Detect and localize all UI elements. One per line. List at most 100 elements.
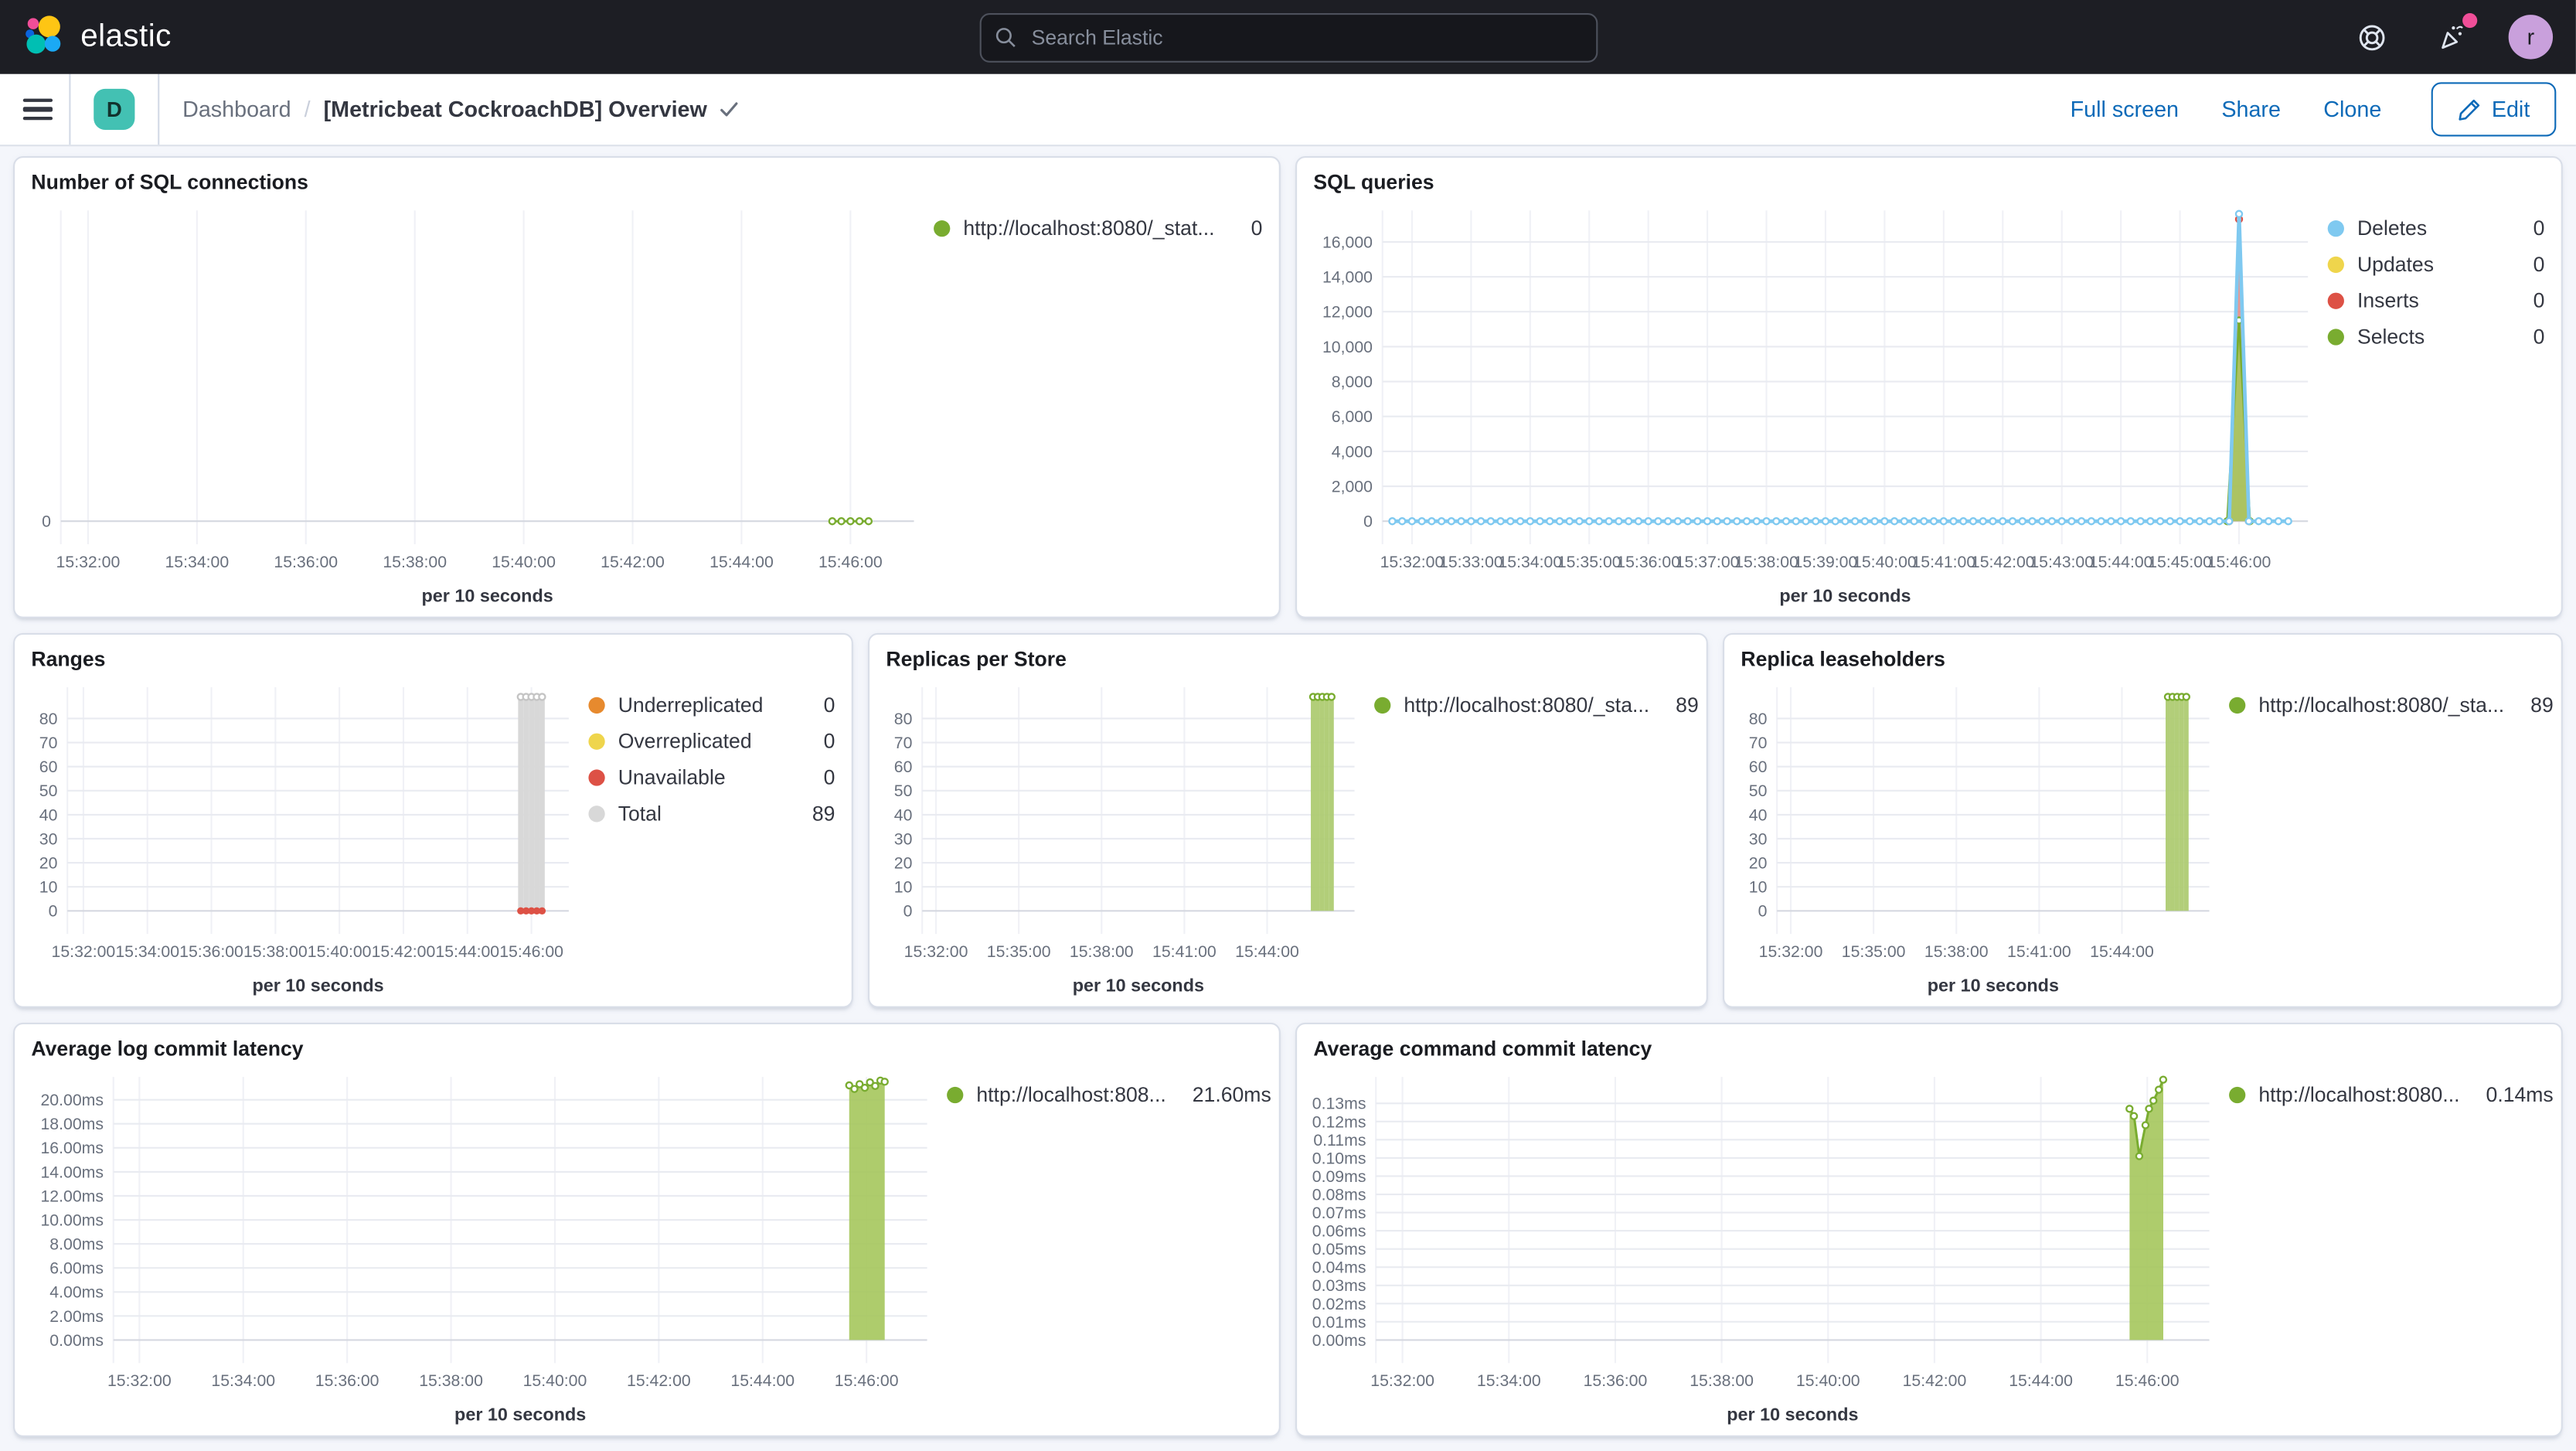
svg-text:15:46:00: 15:46:00 bbox=[835, 1371, 899, 1390]
svg-text:15:32:00: 15:32:00 bbox=[107, 1371, 172, 1390]
panel-title[interactable]: Ranges bbox=[15, 635, 852, 674]
share-button[interactable]: Share bbox=[2221, 97, 2281, 121]
svg-text:12,000: 12,000 bbox=[1322, 303, 1373, 322]
legend-value: 89 bbox=[1676, 693, 1699, 717]
legend-value: 21.60ms bbox=[1192, 1083, 1271, 1107]
avatar-initial: r bbox=[2527, 24, 2535, 49]
breadcrumb-dashboard[interactable]: Dashboard bbox=[182, 97, 291, 121]
whats-new-button[interactable] bbox=[2430, 12, 2478, 58]
svg-text:15:40:00: 15:40:00 bbox=[492, 553, 556, 571]
svg-text:4.00ms: 4.00ms bbox=[49, 1283, 104, 1302]
replica-leaseholders-chart[interactable]: 0 10 20 30 40 50 60 70 80 15:32:00 15:35:00 15:38:0… bbox=[1727, 674, 2229, 1007]
legend-value: 0 bbox=[2533, 253, 2545, 277]
panel-number-of-sql-connections: Number of SQL connections 0 15:32:00 15:34… bbox=[13, 156, 1281, 618]
svg-text:12.00ms: 12.00ms bbox=[40, 1187, 104, 1205]
help-button[interactable] bbox=[2350, 15, 2393, 58]
svg-text:15:35:00: 15:35:00 bbox=[1842, 942, 1906, 961]
legend-color-dot bbox=[588, 697, 605, 714]
svg-text:15:32:00: 15:32:00 bbox=[904, 942, 968, 961]
edit-button-label: Edit bbox=[2491, 97, 2530, 122]
legend-item[interactable]: Updates 0 bbox=[2327, 253, 2545, 277]
svg-text:70: 70 bbox=[39, 734, 58, 752]
legend-color-dot bbox=[588, 806, 605, 823]
svg-text:80: 80 bbox=[1749, 710, 1768, 728]
svg-text:15:38:00: 15:38:00 bbox=[243, 942, 308, 961]
log-commit-latency-chart[interactable]: 0.00ms 2.00ms 4.00ms 6.00ms 8.00ms 10.00ms 12.… bbox=[18, 1064, 947, 1436]
legend-item[interactable]: http://localhost:8080/_sta... 89 bbox=[1374, 694, 1699, 717]
legend-item[interactable]: Total 89 bbox=[588, 802, 835, 826]
svg-text:per 10 seconds: per 10 seconds bbox=[252, 976, 383, 996]
panel-average-log-commit-latency: Average log commit latency 0.00ms 2.00ms 4… bbox=[13, 1022, 1281, 1437]
replicas-per-store-chart[interactable]: 0 10 20 30 40 50 60 70 80 15:32:00 15:35:00 15:38:0… bbox=[873, 674, 1374, 1007]
legend-item[interactable]: Selects 0 bbox=[2327, 325, 2544, 349]
global-search[interactable] bbox=[978, 13, 1598, 63]
svg-text:15:42:00: 15:42:00 bbox=[1903, 1371, 1967, 1390]
command-commit-latency-chart[interactable]: 0.00ms0.01ms0.02ms0.03ms0.04ms0.05ms0.06… bbox=[1300, 1064, 2229, 1436]
panel-title[interactable]: SQL queries bbox=[1297, 158, 2561, 197]
panel-title[interactable]: Number of SQL connections bbox=[15, 158, 1279, 197]
svg-text:15:44:00: 15:44:00 bbox=[435, 942, 499, 961]
sql-queries-chart[interactable]: 0 2,000 4,000 6,000 8,000 10,000 12,000 14,000 1… bbox=[1300, 197, 2327, 616]
legend-item[interactable]: http://localhost:8080/_stat... 0 bbox=[934, 217, 1262, 240]
legend-value: 0 bbox=[823, 730, 835, 754]
legend-item[interactable]: Inserts 0 bbox=[2327, 289, 2544, 313]
svg-text:20: 20 bbox=[894, 854, 913, 873]
full-screen-button[interactable]: Full screen bbox=[2071, 97, 2179, 121]
svg-text:0.00ms: 0.00ms bbox=[49, 1331, 104, 1350]
svg-text:60: 60 bbox=[39, 758, 58, 776]
svg-text:15:42:00: 15:42:00 bbox=[372, 942, 436, 961]
chart-legend: Deletes 0 Updates 0 Inserts 0 Selects 0 bbox=[2327, 197, 2545, 616]
svg-text:15:38:00: 15:38:00 bbox=[383, 553, 447, 571]
svg-text:10.00ms: 10.00ms bbox=[40, 1211, 104, 1229]
panel-title[interactable]: Replicas per Store bbox=[869, 635, 1707, 674]
svg-text:8.00ms: 8.00ms bbox=[49, 1235, 104, 1254]
dashboard-title-text: [Metricbeat CockroachDB] Overview bbox=[323, 97, 707, 122]
legend-value: 0 bbox=[2533, 216, 2545, 240]
panel-title[interactable]: Replica leaseholders bbox=[1724, 635, 2561, 674]
svg-text:80: 80 bbox=[39, 710, 58, 728]
svg-text:15:36:00: 15:36:00 bbox=[274, 553, 338, 571]
legend-item[interactable]: http://localhost:8080... 0.14ms bbox=[2229, 1084, 2554, 1106]
navbar-right: r bbox=[2350, 12, 2554, 60]
menu-icon[interactable] bbox=[22, 97, 53, 121]
svg-text:20: 20 bbox=[1749, 854, 1768, 873]
edit-button[interactable]: Edit bbox=[2431, 82, 2557, 137]
svg-text:15:40:00: 15:40:00 bbox=[308, 942, 372, 961]
legend-item[interactable]: Unavailable 0 bbox=[588, 766, 835, 789]
search-input[interactable] bbox=[1028, 24, 1583, 51]
svg-text:15:32:00: 15:32:00 bbox=[56, 553, 121, 571]
legend-item[interactable]: Deletes 0 bbox=[2327, 216, 2545, 240]
dashboard-actions: Full screen Share Clone Edit bbox=[2071, 82, 2557, 137]
legend-item[interactable]: http://localhost:8080/_sta... 89 bbox=[2229, 694, 2554, 717]
legend-value: 0 bbox=[823, 693, 835, 717]
svg-text:40: 40 bbox=[894, 806, 913, 824]
svg-text:6,000: 6,000 bbox=[1332, 407, 1373, 426]
elastic-brand[interactable]: elastic bbox=[23, 15, 172, 59]
dashboard-title[interactable]: [Metricbeat CockroachDB] Overview bbox=[324, 97, 740, 121]
svg-text:60: 60 bbox=[894, 758, 913, 776]
svg-text:15:34:00: 15:34:00 bbox=[1498, 553, 1562, 571]
svg-text:per 10 seconds: per 10 seconds bbox=[1928, 976, 2059, 996]
legend-label: Inserts bbox=[2357, 289, 2419, 313]
svg-text:8,000: 8,000 bbox=[1332, 373, 1373, 391]
legend-label: http://localhost:808... bbox=[976, 1083, 1166, 1107]
breadcrumb: Dashboard / [Metricbeat CockroachDB] Ove… bbox=[182, 97, 740, 121]
sql-connections-chart[interactable]: 0 15:32:00 15:34:00 15:36:00 15:38:00 15:40:0… bbox=[18, 197, 934, 616]
legend-value: 0 bbox=[823, 766, 835, 789]
svg-text:0.03ms: 0.03ms bbox=[1312, 1276, 1366, 1295]
legend-value: 89 bbox=[2530, 693, 2554, 717]
svg-text:15:46:00: 15:46:00 bbox=[2207, 553, 2271, 571]
legend-item[interactable]: Underreplicated 0 bbox=[588, 694, 835, 717]
svg-text:10,000: 10,000 bbox=[1322, 338, 1373, 356]
svg-text:15:44:00: 15:44:00 bbox=[2090, 942, 2154, 961]
legend-item[interactable]: http://localhost:808... 21.60ms bbox=[947, 1083, 1271, 1107]
user-avatar[interactable]: r bbox=[2508, 15, 2554, 60]
ranges-chart[interactable]: 0 10 20 30 40 50 60 70 80 15:32:00 15:34:00 15:36:0… bbox=[18, 674, 588, 1007]
panel-title[interactable]: Average command commit latency bbox=[1297, 1024, 2561, 1064]
svg-text:0.10ms: 0.10ms bbox=[1312, 1149, 1366, 1167]
legend-item[interactable]: Overreplicated 0 bbox=[588, 730, 835, 753]
svg-text:30: 30 bbox=[894, 829, 913, 848]
panel-title[interactable]: Average log commit latency bbox=[15, 1024, 1279, 1064]
legend-value: 0.14ms bbox=[2486, 1083, 2554, 1107]
clone-button[interactable]: Clone bbox=[2323, 97, 2381, 121]
